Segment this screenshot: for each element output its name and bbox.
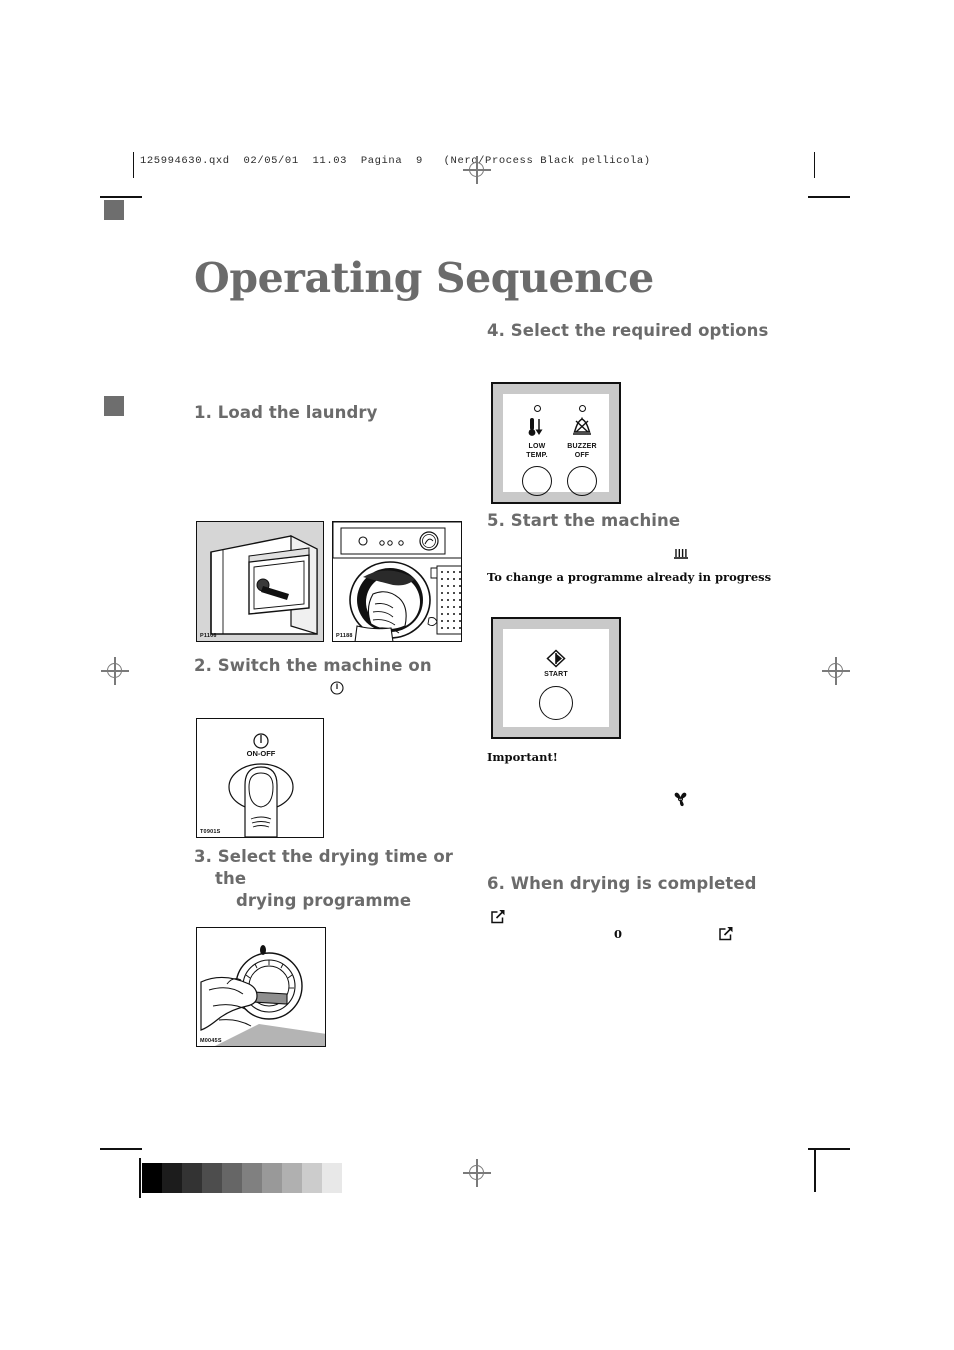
start-panel-inner: START <box>503 629 609 727</box>
thermometer-down-icon <box>525 417 549 442</box>
low-temp-label-line-1: LOW <box>528 443 546 450</box>
prepress-header-line: 125994630.qxd 02/05/01 11.03 Pagina 9 (N… <box>140 155 651 167</box>
start-button[interactable] <box>539 686 573 720</box>
buzzer-off-label-line-2: OFF <box>574 451 590 459</box>
step-5-important-label: Important! <box>487 750 558 764</box>
corner-marker-mid-left <box>104 396 124 416</box>
step-4-heading: 4. Select the required options <box>487 321 769 340</box>
greyscale-swatch-2 <box>182 1163 202 1193</box>
step-1-heading: 1. Load the laundry <box>194 403 378 422</box>
registration-mark-right <box>822 657 850 685</box>
greyscale-swatch-3 <box>202 1163 222 1193</box>
low-temp-label-line-2: TEMP. <box>526 451 548 459</box>
finger-pressing-drawing: ON-OFF <box>197 719 323 837</box>
registration-mark-bottom <box>463 1159 491 1187</box>
greyscale-swatch-1 <box>162 1163 182 1193</box>
loading-laundry-drawing <box>333 522 461 641</box>
dryer-door-drawing <box>197 522 323 641</box>
greyscale-swatch-9 <box>322 1163 342 1193</box>
crop-mark-top-right <box>808 196 850 198</box>
arrow-out-box-icon-left <box>490 909 506 930</box>
crop-mark-bottom-left <box>100 1148 142 1150</box>
heater-icon <box>673 546 689 565</box>
fan-icon <box>672 791 689 812</box>
registration-mark-top <box>463 156 491 184</box>
greyscale-swatch-0 <box>142 1163 162 1193</box>
crop-rule-bottom-right-vertical <box>814 1148 816 1192</box>
greyscale-swatch-8 <box>302 1163 322 1193</box>
option-buzzer-off[interactable]: BUZZER OFF <box>555 405 609 497</box>
start-label: START <box>544 671 568 678</box>
illustration-programme-dial: M0045S <box>196 927 326 1047</box>
buzzer-off-icon <box>571 417 593 442</box>
corner-marker-top-left <box>104 200 124 220</box>
turning-dial-drawing <box>197 928 325 1046</box>
buzzer-off-indicator-led <box>578 405 586 412</box>
greyscale-swatch-6 <box>262 1163 282 1193</box>
header-left-rule <box>133 152 134 178</box>
illustration-on-off-button: ON-OFF T0901S <box>196 718 324 838</box>
step-6-heading: 6. When drying is completed <box>487 874 757 893</box>
start-symbol-icon <box>546 649 566 673</box>
power-symbol-icon <box>330 681 344 700</box>
registration-mark-left <box>101 657 129 685</box>
illustration-code-a: P1106 <box>200 633 217 639</box>
registration-circle <box>107 663 122 678</box>
registration-circle <box>469 1165 484 1180</box>
buzzer-off-label-line-1: BUZZER <box>567 443 597 450</box>
illustration-code-dial: M0045S <box>200 1038 222 1044</box>
step-5-note: To change a programme already in progres… <box>487 570 772 584</box>
registration-circle <box>828 663 843 678</box>
buzzer-off-label: BUZZER OFF <box>555 443 609 460</box>
page-title: Operating Sequence <box>194 254 654 302</box>
greyscale-calibration-bar <box>142 1163 342 1193</box>
greyscale-swatch-7 <box>282 1163 302 1193</box>
step-3-heading: 3. Select the drying time or the drying … <box>194 846 484 911</box>
step-6-zero-value: 0 <box>614 927 623 941</box>
options-control-panel: LOW TEMP. BUZZER OFF <box>491 382 621 504</box>
svg-text:ON-OFF: ON-OFF <box>247 749 276 758</box>
low-temp-indicator-led <box>533 405 541 412</box>
step-5-heading: 5. Start the machine <box>487 511 681 530</box>
illustration-dryer-door: P1106 <box>196 521 324 642</box>
illustration-loading-laundry: P1188 <box>332 521 462 642</box>
header-right-rule <box>814 152 815 178</box>
illustration-code-on-off: T0901S <box>200 829 221 835</box>
start-control-panel: START <box>491 617 621 739</box>
greyscale-swatch-4 <box>222 1163 242 1193</box>
step-2-heading: 2. Switch the machine on <box>194 656 432 675</box>
step-3-heading-line-1: 3. Select the drying time or the <box>194 847 454 888</box>
low-temp-button[interactable] <box>522 466 552 497</box>
registration-circle <box>469 162 484 177</box>
buzzer-off-button[interactable] <box>567 466 597 497</box>
greyscale-swatch-5 <box>242 1163 262 1193</box>
options-panel-inner: LOW TEMP. BUZZER OFF <box>503 394 609 497</box>
step-3-heading-line-2: drying programme <box>236 890 412 910</box>
crop-mark-top-left <box>100 196 142 198</box>
greyscale-bar-tick <box>139 1158 141 1198</box>
arrow-out-box-icon-right <box>718 926 734 947</box>
illustration-code-b: P1188 <box>336 633 353 639</box>
